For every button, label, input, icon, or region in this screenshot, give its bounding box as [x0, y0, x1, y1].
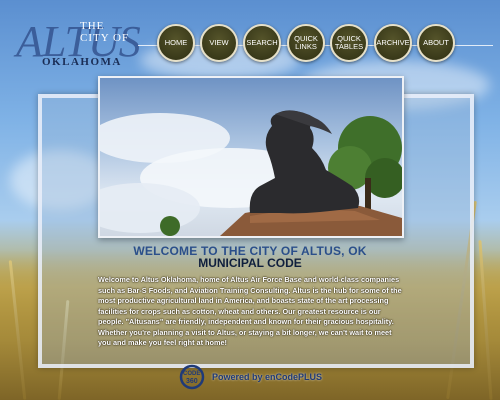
powered-by-text[interactable]: Powered by enCodePLUS [212, 372, 322, 382]
statue-photo [98, 76, 404, 238]
intro-paragraph: Welcome to Altus Oklahoma, home of Altus… [98, 275, 402, 347]
code360-logo-icon[interactable]: CODE 360 [178, 364, 210, 390]
nav-view-button[interactable]: VIEW [200, 24, 238, 62]
nav-home-button[interactable]: HOME [157, 24, 195, 62]
statue-photo-image [100, 110, 402, 236]
svg-text:CODE: CODE [183, 371, 200, 377]
nav-quick-links-button[interactable]: QUICK LINKS [287, 24, 325, 62]
nav-archive-button[interactable]: ARCHIVE [374, 24, 412, 62]
nav-about-button[interactable]: ABOUT [417, 24, 455, 62]
main-nav: HOME VIEW SEARCH QUICK LINKS QUICK TABLE… [0, 24, 500, 64]
nav-quick-tables-button[interactable]: QUICK TABLES [330, 24, 368, 62]
nav-search-button[interactable]: SEARCH [243, 24, 281, 62]
municipal-code-heading: MUNICIPAL CODE [198, 256, 302, 270]
svg-text:360: 360 [186, 378, 198, 385]
